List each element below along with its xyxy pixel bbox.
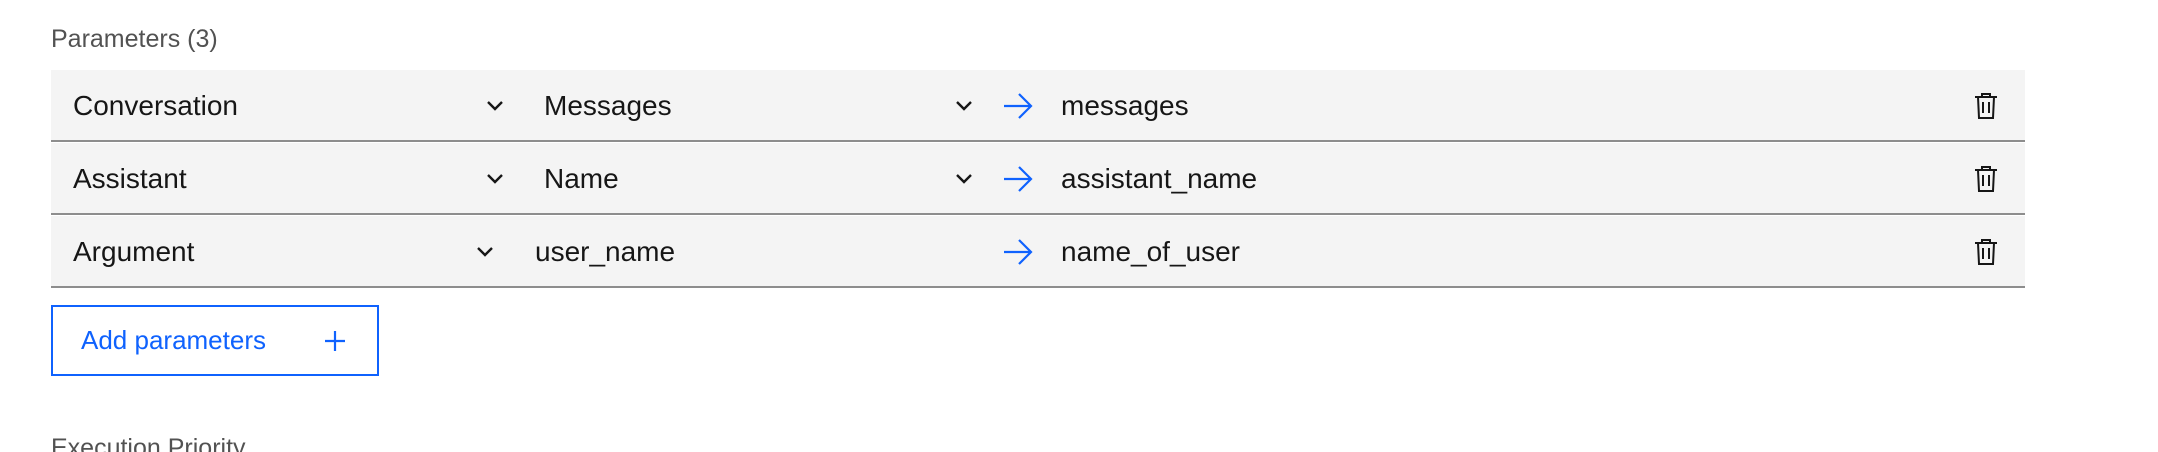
- execution-priority-heading: Execution Priority: [51, 434, 246, 452]
- field-select[interactable]: Messages: [544, 70, 672, 142]
- target-name-input[interactable]: assistant_name: [1061, 143, 1257, 215]
- chevron-down-icon[interactable]: [484, 167, 506, 189]
- trash-icon[interactable]: [1973, 165, 1999, 193]
- arrow-right-icon: [1004, 166, 1033, 192]
- target-name-input[interactable]: name_of_user: [1061, 216, 1240, 288]
- add-parameters-label: Add parameters: [81, 325, 266, 355]
- parameters-list: Conversation Messages messages Assistant…: [51, 70, 2025, 289]
- parameters-panel: Parameters (3) Conversation Messages mes…: [0, 0, 2158, 452]
- source-select[interactable]: Conversation: [73, 70, 238, 142]
- arrow-right-icon: [1004, 239, 1033, 265]
- chevron-down-icon[interactable]: [484, 94, 506, 116]
- chevron-down-icon[interactable]: [953, 167, 975, 189]
- trash-icon[interactable]: [1973, 92, 1999, 120]
- plus-icon: [325, 331, 345, 351]
- chevron-down-icon[interactable]: [474, 240, 496, 262]
- trash-icon[interactable]: [1973, 238, 1999, 266]
- parameter-row: Argument user_name name_of_user: [51, 216, 2025, 288]
- source-select[interactable]: Argument: [73, 216, 194, 288]
- parameters-heading: Parameters (3): [51, 25, 218, 53]
- field-select[interactable]: Name: [544, 143, 619, 215]
- target-name-input[interactable]: messages: [1061, 70, 1189, 142]
- chevron-down-icon[interactable]: [953, 94, 975, 116]
- parameter-row: Assistant Name assistant_name: [51, 143, 2025, 215]
- add-parameters-button[interactable]: Add parameters: [51, 305, 379, 376]
- argument-value-input[interactable]: user_name: [535, 216, 675, 288]
- arrow-right-icon: [1004, 93, 1033, 119]
- parameter-row: Conversation Messages messages: [51, 70, 2025, 142]
- source-select[interactable]: Assistant: [73, 143, 187, 215]
